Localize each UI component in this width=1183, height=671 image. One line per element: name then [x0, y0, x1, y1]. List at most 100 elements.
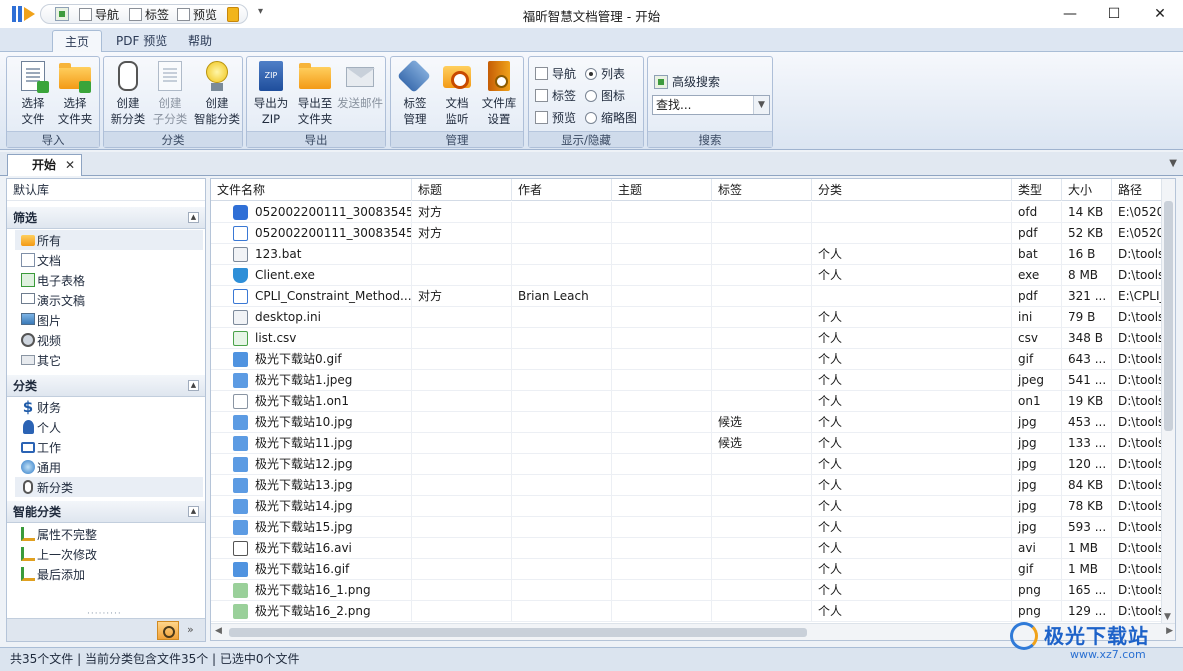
display-toggle-preview[interactable]: 预览 — [535, 109, 576, 126]
column-header-category[interactable]: 分类 — [812, 179, 1012, 201]
collapse-icon[interactable]: ▲ — [188, 212, 199, 223]
filter-item-other[interactable]: 其它 — [15, 350, 203, 370]
radio-icon[interactable] — [585, 111, 597, 124]
table-row[interactable]: list.csv 个人 csv 348 B D:\tools — [211, 328, 1172, 349]
create-subcategory-button[interactable]: 创建 子分类 — [148, 59, 192, 131]
smart-item-label: 最后添加 — [37, 567, 86, 582]
chevron-down-icon[interactable]: ▼ — [753, 96, 769, 114]
cell-category: 个人 — [812, 433, 1012, 454]
column-header-author[interactable]: 作者 — [512, 179, 612, 201]
table-row[interactable]: 极光下载站11.jpg 候选 个人 jpg 133 ... D:\tools — [211, 433, 1172, 454]
view-thumbnail-radio[interactable]: 缩略图 — [585, 109, 637, 126]
table-row[interactable]: 极光下载站13.jpg 个人 jpg 84 KB D:\tools — [211, 475, 1172, 496]
table-row[interactable]: desktop.ini 个人 ini 79 B D:\tools — [211, 307, 1172, 328]
tab-help[interactable]: 帮助 — [176, 30, 224, 52]
cell-tag — [712, 223, 812, 244]
table-row[interactable]: 极光下载站16.avi 个人 avi 1 MB D:\tools — [211, 538, 1172, 559]
cell-author — [512, 580, 612, 601]
filter-item-spreadsheets[interactable]: 电子表格 — [15, 270, 203, 290]
close-button[interactable]: ✕ — [1137, 0, 1183, 28]
checkbox-icon[interactable] — [535, 111, 548, 124]
filter-item-pictures[interactable]: 图片 — [15, 310, 203, 330]
view-icon-radio[interactable]: 图标 — [585, 87, 625, 104]
filter-section-header[interactable]: 筛选 ▲ — [7, 207, 205, 229]
table-row[interactable]: Client.exe 个人 exe 8 MB D:\tools — [211, 265, 1172, 286]
table-row[interactable]: 极光下载站1.jpeg 个人 jpeg 541 ... D:\tools — [211, 370, 1172, 391]
smart-item-last-modified[interactable]: 上一次修改 — [15, 544, 203, 564]
doc-monitor-label-1: 文档 — [445, 96, 469, 110]
checkbox-icon[interactable] — [535, 67, 548, 80]
category-item-work[interactable]: 工作 — [15, 437, 203, 457]
column-header-size[interactable]: 大小 — [1062, 179, 1112, 201]
table-row[interactable]: 123.bat 个人 bat 16 B D:\tools — [211, 244, 1172, 265]
create-category-button[interactable]: 创建 新分类 — [106, 59, 150, 131]
search-combo[interactable]: 查找... ▼ — [652, 95, 770, 115]
table-row[interactable]: 052002200111_30083545... 对方 pdf 52 KB E:\052… — [211, 223, 1172, 244]
category-section-header[interactable]: 分类 ▲ — [7, 375, 205, 397]
export-folder-button[interactable]: 导出至 文件夹 — [293, 59, 337, 131]
column-header-type[interactable]: 类型 — [1012, 179, 1062, 201]
column-header-name[interactable]: 文件名称 — [211, 179, 412, 201]
select-folder-button[interactable]: 选择 文件夹 — [53, 59, 97, 131]
display-toggle-tags[interactable]: 标签 — [535, 87, 576, 104]
tab-home[interactable]: 主页 — [52, 30, 103, 52]
cell-type: jpg — [1012, 475, 1062, 496]
collapse-icon[interactable]: ▲ — [188, 506, 199, 517]
filter-item-all[interactable]: 所有 — [15, 230, 203, 250]
tabs-dropdown-icon[interactable]: ▼ — [1169, 158, 1177, 169]
advanced-search-button[interactable]: 高级搜索 — [654, 73, 720, 90]
scroll-left-icon[interactable]: ◀ — [215, 626, 222, 636]
view-list-radio[interactable]: 列表 — [585, 65, 625, 82]
tag-manage-button[interactable]: 标签 管理 — [393, 59, 437, 131]
vertical-scrollbar[interactable]: ▼ — [1161, 179, 1175, 624]
close-icon[interactable]: ✕ — [65, 155, 75, 175]
table-row[interactable]: 052002200111_30083545... 对方 ofd 14 KB E:\052… — [211, 202, 1172, 223]
table-row[interactable]: 极光下载站0.gif 个人 gif 643 ... D:\tools — [211, 349, 1172, 370]
more-options-icon[interactable]: » — [187, 623, 194, 636]
send-mail-button[interactable]: 发送邮件 — [335, 59, 385, 131]
select-file-button[interactable]: 选择 文件 — [11, 59, 55, 131]
tab-pdf-preview[interactable]: PDF 预览 — [104, 30, 179, 52]
table-row[interactable]: 极光下载站16.gif 个人 gif 1 MB D:\tools — [211, 559, 1172, 580]
table-row[interactable]: 极光下载站10.jpg 候选 个人 jpg 453 ... D:\tools — [211, 412, 1172, 433]
create-smart-category-button[interactable]: 创建 智能分类 — [192, 59, 242, 131]
table-row[interactable]: 极光下载站14.jpg 个人 jpg 78 KB D:\tools — [211, 496, 1172, 517]
search-icon[interactable] — [157, 621, 179, 640]
table-row[interactable]: 极光下载站1.on1 个人 on1 19 KB D:\tools — [211, 391, 1172, 412]
radio-icon[interactable] — [585, 89, 597, 102]
table-row[interactable]: 极光下载站15.jpg 个人 jpg 593 ... D:\tools — [211, 517, 1172, 538]
category-item-new[interactable]: 新分类 — [15, 477, 203, 497]
cell-subject — [612, 265, 712, 286]
category-item-finance[interactable]: $ 财务 — [15, 397, 203, 417]
doc-tab-start[interactable]: 开始 ✕ — [7, 154, 82, 176]
png-file-icon — [233, 604, 248, 619]
filter-item-documents[interactable]: 文档 — [15, 250, 203, 270]
maximize-button[interactable]: ☐ — [1091, 0, 1137, 28]
display-toggle-nav[interactable]: 导航 — [535, 65, 576, 82]
cell-category: 个人 — [812, 307, 1012, 328]
filter-item-videos[interactable]: 视频 — [15, 330, 203, 350]
table-row[interactable]: CPLI_Constraint_Method.... 对方 Brian Leach p… — [211, 286, 1172, 307]
category-item-general[interactable]: 通用 — [15, 457, 203, 477]
smart-item-incomplete[interactable]: 属性不完整 — [15, 524, 203, 544]
radio-selected-icon[interactable] — [585, 67, 597, 80]
smart-item-last-added[interactable]: 最后添加 — [15, 564, 203, 584]
minimize-button[interactable]: — — [1047, 0, 1093, 28]
cell-tag: 候选 — [712, 412, 812, 433]
category-item-personal[interactable]: 个人 — [15, 417, 203, 437]
smart-section-header[interactable]: 智能分类 ▲ — [7, 501, 205, 523]
doc-monitor-button[interactable]: 文档 监听 — [435, 59, 479, 131]
table-row[interactable]: 极光下载站12.jpg 个人 jpg 120 ... D:\tools — [211, 454, 1172, 475]
table-row[interactable]: 极光下载站16_1.png 个人 png 165 ... D:\tools — [211, 580, 1172, 601]
vertical-scroll-thumb[interactable] — [1164, 201, 1173, 431]
horizontal-scroll-thumb[interactable] — [229, 628, 807, 637]
library-settings-button[interactable]: 文件库 设置 — [477, 59, 521, 131]
ribbon-group-display-label: 显示/隐藏 — [529, 131, 643, 147]
column-header-subject[interactable]: 主题 — [612, 179, 712, 201]
export-zip-button[interactable]: ZIP 导出为 ZIP — [249, 59, 293, 131]
filter-item-presentations[interactable]: 演示文稿 — [15, 290, 203, 310]
column-header-tag[interactable]: 标签 — [712, 179, 812, 201]
collapse-icon[interactable]: ▲ — [188, 380, 199, 391]
checkbox-icon[interactable] — [535, 89, 548, 102]
column-header-title[interactable]: 标题 — [412, 179, 512, 201]
